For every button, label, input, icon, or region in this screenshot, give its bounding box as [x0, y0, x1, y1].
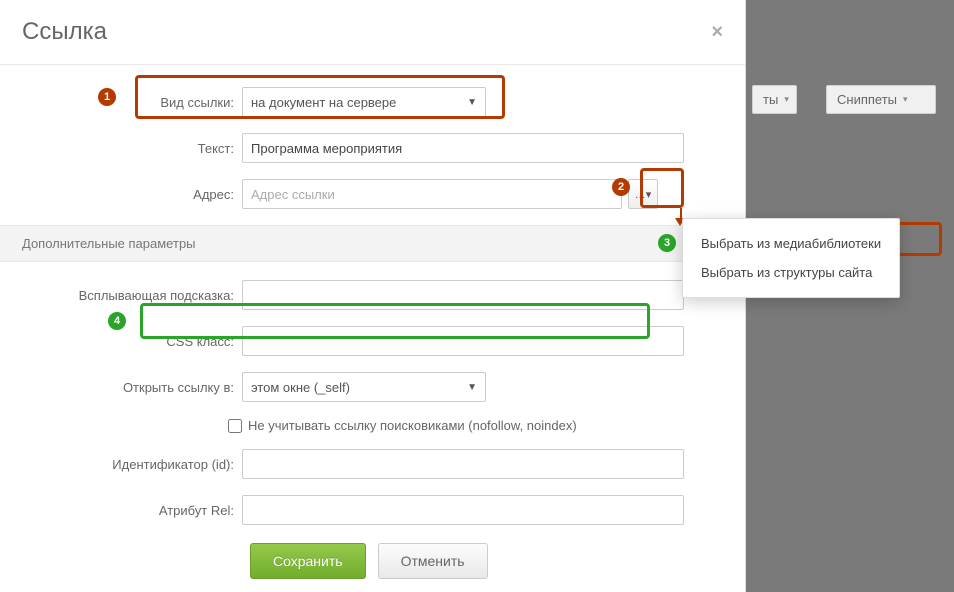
select-open-in[interactable]: этом окне (_self) ▼ [242, 372, 486, 402]
label-text: Текст: [22, 141, 242, 156]
ellipsis-icon: …▾ [635, 188, 652, 201]
toolbar-button-snippets[interactable]: Сниппеты ▾ [826, 85, 936, 114]
save-button[interactable]: Сохранить [250, 543, 366, 579]
label-nofollow: Не учитывать ссылку поисковиками (nofoll… [248, 418, 577, 433]
label-address: Адрес: [22, 187, 242, 202]
browse-dropdown: Выбрать из медиабиблиотеки Выбрать из ст… [682, 218, 900, 298]
toolbar-button-label: ты [763, 92, 778, 107]
chevron-down-icon: ▼ [467, 97, 477, 108]
dialog-header: Ссылка × [0, 0, 745, 65]
callout-badge-3: 3 [658, 234, 676, 252]
label-tooltip: Всплывающая подсказка: [22, 288, 242, 303]
toolbar-button-partial[interactable]: ты ▾ [752, 85, 797, 114]
checkbox-nofollow[interactable] [228, 419, 242, 433]
chevron-down-icon: ▾ [903, 94, 908, 105]
dropdown-item-sitestructure[interactable]: Выбрать из структуры сайта [683, 258, 899, 287]
label-css-class: CSS класс: [22, 334, 242, 349]
toolbar-button-label: Сниппеты [837, 92, 897, 107]
browse-button[interactable]: …▾ [628, 179, 658, 209]
dialog-title: Ссылка [22, 18, 107, 46]
select-value: этом окне (_self) [251, 380, 350, 395]
cancel-button[interactable]: Отменить [378, 543, 488, 579]
chevron-down-icon: ▼ [467, 382, 477, 393]
select-value: на документ на сервере [251, 95, 396, 110]
label-rel: Атрибут Rel: [22, 503, 242, 518]
section-header-additional: Дополнительные параметры [0, 225, 745, 262]
input-css-class[interactable] [242, 326, 684, 356]
input-tooltip[interactable] [242, 280, 684, 310]
select-link-type[interactable]: на документ на сервере ▼ [242, 87, 486, 117]
input-rel[interactable] [242, 495, 684, 525]
input-text[interactable] [242, 133, 684, 163]
callout-badge-4: 4 [108, 312, 126, 330]
callout-badge-1: 1 [98, 88, 116, 106]
callout-badge-2: 2 [612, 178, 630, 196]
chevron-down-icon: ▾ [784, 94, 789, 105]
input-address[interactable] [242, 179, 622, 209]
label-link-type: Вид ссылки: [22, 95, 242, 110]
close-icon[interactable]: × [711, 21, 723, 44]
label-id: Идентификатор (id): [22, 457, 242, 472]
dropdown-item-medialibrary[interactable]: Выбрать из медиабиблиотеки [683, 229, 899, 258]
input-id[interactable] [242, 449, 684, 479]
label-open-in: Открыть ссылку в: [22, 380, 242, 395]
